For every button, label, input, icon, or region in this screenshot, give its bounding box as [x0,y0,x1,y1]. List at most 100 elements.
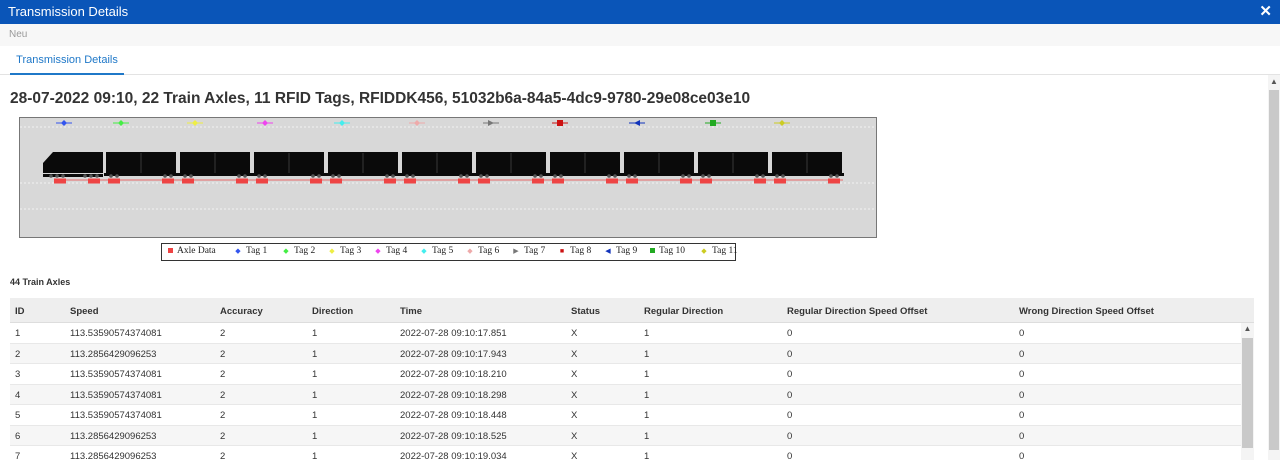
scroll-up-icon[interactable]: ▲ [1241,324,1254,334]
wagon-frame [770,173,844,176]
page-scroll-up-icon[interactable]: ▲ [1268,77,1280,86]
close-icon[interactable]: ✕ [1259,2,1272,20]
table-cell: 0 [787,369,793,380]
axle-point [606,178,612,184]
column-header[interactable]: Regular Direction [644,306,723,317]
wheel [459,174,463,178]
table-cell: 1 [644,369,650,380]
wagon-frame [696,173,770,176]
column-header[interactable]: Accuracy [220,306,263,317]
column-header[interactable]: Speed [70,306,99,317]
table-cell: 1 [312,369,318,380]
table-scrollbar[interactable]: ▲ [1241,323,1254,460]
wheel [687,174,691,178]
axle-point [834,178,840,184]
axle-point [256,178,262,184]
table-cell: 2 [220,430,226,442]
table-cell: 113.53590574374081 [70,328,162,339]
table-cell: 2022-07-28 09:10:17.851 [400,328,507,339]
table-row[interactable]: 4 113.53590574374081 2 1 2022-07-28 09:10:18… [10,384,1241,405]
chart-legend: Axle Data ◆ Tag 1 ◆ Tag 2 ◆ Tag 3 ◆ Tag 4 ◆ Tag 5 ◆… [161,243,738,261]
legend-marker-icon: ◆ [329,246,335,255]
wheel [539,174,543,178]
axle-point [754,178,760,184]
legend-item: ◆ Tag 4 [372,246,407,256]
table-row[interactable]: 7 113.2856429096253 2 1 2022-07-28 09:10:19.… [10,446,1241,460]
axle-point [410,178,416,184]
page-scrollbar[interactable]: ▲ [1268,75,1280,460]
axle-point [114,178,120,184]
table-cell: 0 [1019,369,1025,380]
tab-transmission-details[interactable]: Transmission Details [10,46,124,75]
legend-label: Tag 4 [386,246,408,256]
legend-item: ◆ Tag 11 [698,246,737,256]
axle-point [686,178,692,184]
table-cell: 1 [312,348,318,360]
axle-count-label: 44 Train Axles [10,277,71,287]
wheel [707,174,711,178]
table-cell: 0 [1019,328,1025,339]
wheel [701,174,705,178]
table-cell: 2 [220,348,226,360]
wheel [761,174,765,178]
table-cell: 1 [312,410,318,421]
table-body: 1 113.53590574374081 2 1 2022-07-28 09:10:17… [10,323,1241,460]
table-cell: 3 [15,369,21,380]
table-cell: 1 [312,430,318,442]
table-cell: 0 [1019,430,1025,442]
table-header: ID Speed Accuracy Direction Time Status Regula… [10,298,1254,323]
table-cell: 2022-07-28 09:10:18.448 [400,410,507,421]
legend-item: ■ Tag 8 [556,246,591,256]
table-row[interactable]: 1 113.53590574374081 2 1 2022-07-28 09:10:17… [10,323,1241,344]
axle-point [390,178,396,184]
legend-item: ◀ Tag 9 [602,246,637,256]
menu-item-neu[interactable]: Neu [9,29,27,40]
legend-marker-icon: ◆ [421,246,427,255]
table-cell: 0 [787,430,793,442]
tag-marker [557,120,563,126]
wheel [109,174,113,178]
table-cell: 113.53590574374081 [70,389,162,401]
wheel [385,174,389,178]
wagon-frame [252,173,326,176]
axle-point [760,178,766,184]
axle-point [632,178,638,184]
column-header[interactable]: Time [400,306,422,317]
legend-marker-icon: ■ [559,246,565,255]
axle-point [706,178,712,184]
axle-point [384,178,390,184]
column-header[interactable]: Status [571,306,600,317]
axle-point [700,178,706,184]
column-header[interactable]: Direction [312,306,353,317]
wheel [61,174,65,178]
table-row[interactable]: 2 113.2856429096253 2 1 2022-07-28 09:10:17.… [10,343,1241,364]
legend-item: ▶ Tag 7 [510,246,545,256]
table-cell: 1 [312,328,318,339]
table-scrollbar-thumb[interactable] [1242,338,1253,448]
table-cell: 0 [787,451,793,460]
axle-point [626,178,632,184]
table-cell: 0 [787,328,793,339]
page-scrollbar-thumb[interactable] [1269,90,1279,450]
legend-item: Tag 10 [650,246,685,256]
legend-label: Tag 3 [340,246,362,256]
table-cell: X [571,369,578,380]
column-header[interactable]: ID [15,306,25,317]
legend-item: ◆ Tag 6 [464,246,499,256]
wheel [613,174,617,178]
table-row[interactable]: 5 113.53590574374081 2 1 2022-07-28 09:10:18… [10,405,1241,426]
axle-point [316,178,322,184]
wheel [317,174,321,178]
menu-bar: Neu [0,24,1280,46]
table-cell: 1 [644,389,650,401]
wagon-frame [104,173,178,176]
table-row[interactable]: 6 113.2856429096253 2 1 2022-07-28 09:10:18.… [10,425,1241,446]
table-cell: 2022-07-28 09:10:18.525 [400,430,507,442]
tag-marker [710,120,716,126]
column-header[interactable]: Wrong Direction Speed Offset [1019,306,1154,317]
wagon-frame [400,173,474,176]
axle-point [538,178,544,184]
table-row[interactable]: 3 113.53590574374081 2 1 2022-07-28 09:10:18… [10,364,1241,385]
table-cell: 2 [220,369,226,380]
column-header[interactable]: Regular Direction Speed Offset [787,306,927,317]
